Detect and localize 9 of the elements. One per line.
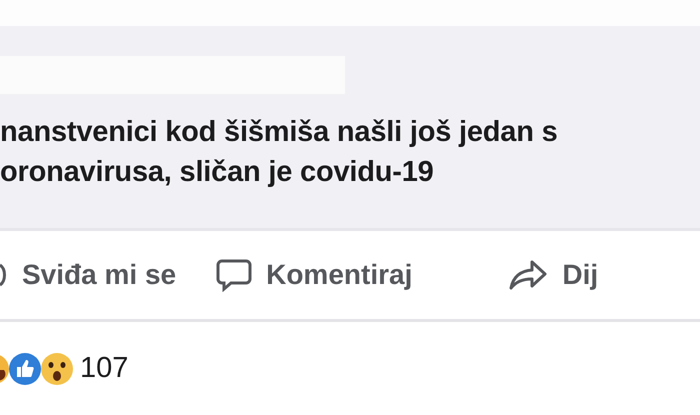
reaction-count[interactable]: 107 [80, 352, 128, 385]
link-title[interactable]: nanstvenici kod šišmiša našli još jedan s [0, 114, 700, 150]
share-icon [508, 259, 548, 291]
link-title[interactable]: oronavirusa, sličan je covidu-19 [0, 154, 700, 190]
comment-icon [216, 258, 252, 292]
like-button[interactable]: Sviđa mi se [0, 259, 176, 291]
share-button[interactable]: Dij [508, 259, 598, 291]
surprised-emoji-icon [40, 352, 74, 386]
comment-button[interactable]: Komentiraj [216, 258, 412, 292]
